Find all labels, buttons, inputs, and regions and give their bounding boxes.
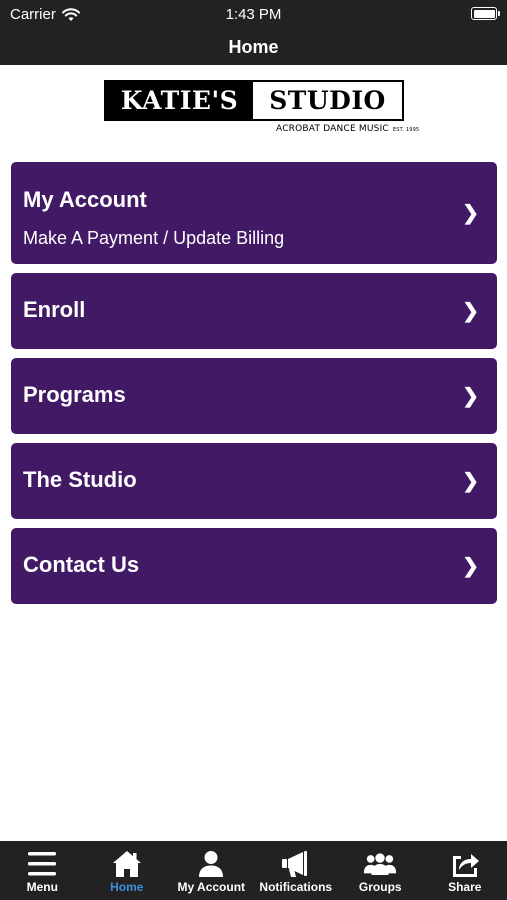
logo-established: EST. 1995	[392, 127, 420, 133]
tab-menu[interactable]: Menu	[0, 841, 85, 900]
groups-icon	[364, 853, 397, 876]
logo-name-left: KATIE'S	[106, 82, 253, 119]
home-icon	[112, 851, 141, 877]
menu-item-my-account[interactable]: My Account Make A Payment / Update Billi…	[11, 162, 497, 264]
tab-home[interactable]: Home	[85, 841, 170, 900]
battery-icon	[471, 7, 500, 20]
menu-item-programs[interactable]: Programs ❯	[11, 358, 497, 434]
clock: 1:43 PM	[225, 6, 282, 23]
studio-logo: KATIE'S STUDIO ACROBAT DANCE MUSIC EST. 1…	[104, 80, 419, 140]
menu-item-title: Programs	[23, 382, 126, 407]
share-icon	[452, 854, 479, 877]
menu-item-title: The Studio	[23, 467, 137, 492]
chevron-right-icon: ❯	[462, 202, 479, 225]
home-menu-list: My Account Make A Payment / Update Billi…	[11, 162, 497, 613]
tab-label: Share	[448, 880, 482, 894]
logo-wordmark: KATIE'S STUDIO	[104, 80, 404, 121]
tab-notifications[interactable]: Notifications	[254, 841, 339, 900]
logo-tagline-row: ACROBAT DANCE MUSIC EST. 1995	[276, 124, 419, 134]
menu-item-subtitle: Make A Payment / Update Billing	[23, 228, 285, 248]
logo-tagline: ACROBAT DANCE MUSIC	[276, 124, 389, 134]
tab-bar: Menu Home My Account Notifications Group…	[0, 841, 507, 900]
person-icon	[199, 851, 224, 877]
tab-groups[interactable]: Groups	[338, 841, 423, 900]
menu-item-enroll[interactable]: Enroll ❯	[11, 273, 497, 349]
menu-icon	[28, 852, 57, 876]
chevron-right-icon: ❯	[462, 470, 479, 493]
tab-share[interactable]: Share	[423, 841, 507, 900]
logo-name-right: STUDIO	[253, 82, 402, 119]
navigation-bar: Home	[0, 30, 507, 65]
megaphone-icon	[281, 851, 307, 877]
page-title: Home	[228, 37, 279, 57]
tab-label: Home	[110, 880, 144, 894]
chevron-right-icon: ❯	[462, 385, 479, 408]
chevron-right-icon: ❯	[462, 555, 479, 578]
menu-item-contact-us[interactable]: Contact Us ❯	[11, 528, 497, 604]
chevron-right-icon: ❯	[462, 300, 479, 323]
tab-label: Groups	[358, 880, 402, 894]
menu-item-title: Contact Us	[23, 552, 140, 577]
menu-item-title: My Account	[23, 187, 147, 212]
menu-item-the-studio[interactable]: The Studio ❯	[11, 443, 497, 519]
tab-label: Notifications	[259, 880, 333, 894]
status-bar: Carrier 1:43 PM	[0, 0, 507, 30]
menu-item-title: Enroll	[23, 297, 86, 322]
tab-label: My Account	[177, 880, 246, 894]
tab-my-account[interactable]: My Account	[169, 841, 254, 900]
tab-label: Menu	[26, 880, 58, 894]
